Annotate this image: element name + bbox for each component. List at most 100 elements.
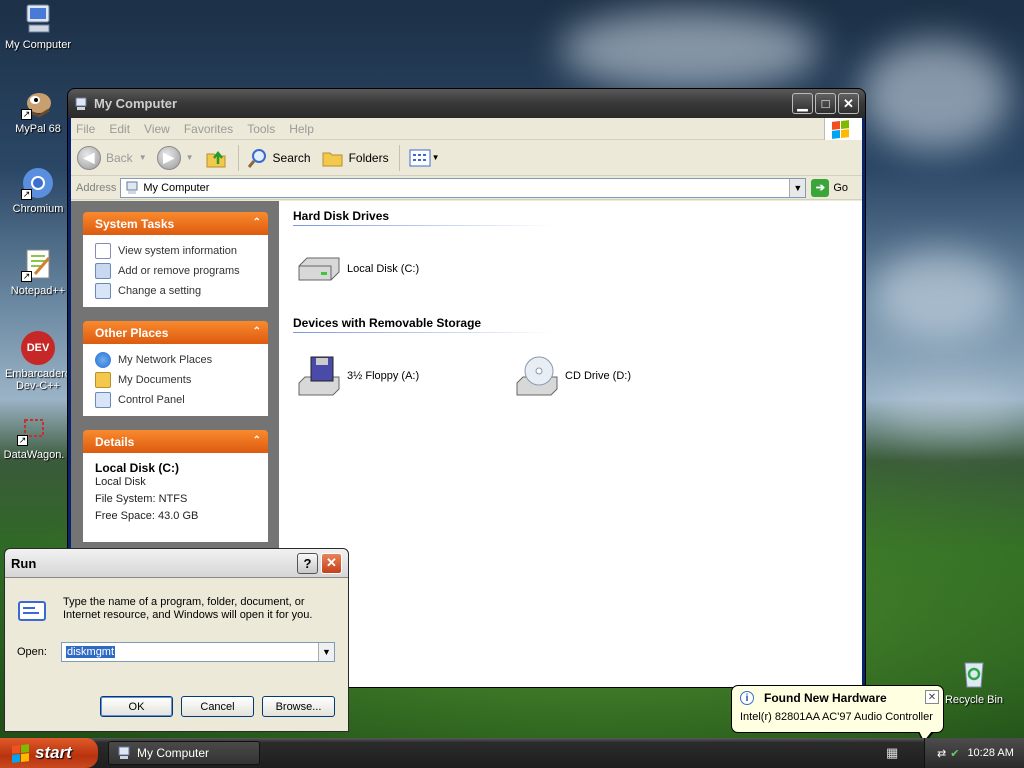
search-button[interactable]: Search: [247, 147, 311, 169]
system-info-icon: [95, 243, 111, 259]
close-button[interactable]: ✕: [838, 93, 859, 114]
go-button[interactable]: ➔ Go: [811, 178, 848, 197]
run-dialog: Run ? ✕ Type the name of a program, fold…: [4, 548, 349, 732]
desktop-icon-label: DataWagon.: [3, 449, 65, 461]
collapse-chevron-icon[interactable]: ⌃: [253, 435, 261, 446]
drive-local-disk-c[interactable]: Local Disk (C:): [295, 248, 513, 290]
window-title: My Computer: [94, 96, 178, 111]
run-icon: [18, 601, 46, 621]
panel-title: Other Places: [95, 325, 169, 340]
back-button[interactable]: ◀ Back ▼: [77, 145, 147, 170]
close-button[interactable]: ✕: [321, 552, 342, 574]
clock[interactable]: 10:28 AM: [967, 747, 1013, 759]
desktop-icon-recycle-bin[interactable]: Recycle Bin: [936, 657, 1012, 706]
desktop-icon-label: Embarcadero: [4, 368, 72, 380]
taskbar-button-my-computer[interactable]: My Computer: [108, 741, 260, 765]
floppy-drive-icon: [298, 356, 340, 396]
desktop-icon-notepadpp[interactable]: ↗ Notepad++: [0, 248, 76, 297]
details-header[interactable]: Details ⌃: [83, 430, 268, 453]
system-tasks-header[interactable]: System Tasks ⌃: [83, 212, 268, 235]
place-my-documents[interactable]: My Documents: [95, 370, 268, 390]
minimize-button[interactable]: ▁: [792, 93, 813, 114]
place-my-network-places[interactable]: My Network Places: [95, 350, 268, 370]
details-panel: Details ⌃ Local Disk (C:) Local Disk Fil…: [83, 430, 268, 542]
task-label: Add or remove programs: [118, 265, 240, 277]
group-removable-storage: Devices with Removable Storage: [293, 316, 553, 333]
cancel-button[interactable]: Cancel: [181, 696, 254, 717]
chevron-down-icon[interactable]: ▼: [317, 643, 334, 661]
add-remove-icon: [95, 263, 111, 279]
desktop-icon-my-computer[interactable]: My Computer: [0, 2, 76, 51]
browse-button[interactable]: Browse...: [262, 696, 335, 717]
desktop-icon-label-line2: Dev-C++: [15, 380, 61, 392]
details-type: Local Disk: [95, 476, 146, 488]
address-dropdown-icon[interactable]: ▼: [789, 178, 806, 197]
menu-file[interactable]: File: [76, 122, 95, 136]
menu-help[interactable]: Help: [289, 122, 314, 136]
folders-icon: [322, 152, 343, 166]
system-tasks-panel: System Tasks ⌃ View system information A…: [83, 212, 268, 307]
other-places-panel: Other Places ⌃ My Network Places My Docu…: [83, 321, 268, 416]
ok-button[interactable]: OK: [100, 696, 173, 717]
details-filesystem: File System: NTFS: [95, 493, 188, 505]
panel-title: System Tasks: [95, 216, 175, 231]
menu-bar: File Edit View Favorites Tools Help: [71, 118, 862, 140]
computer-icon: [75, 97, 87, 110]
menu-tools[interactable]: Tools: [247, 122, 275, 136]
desktop-icon-mypal[interactable]: ↗ MyPal 68: [0, 86, 76, 135]
address-value: My Computer: [143, 181, 210, 194]
system-tray: ⇄ ✔ 10:28 AM: [924, 738, 1024, 768]
back-label: Back: [106, 150, 133, 165]
desktop-icon-devcpp[interactable]: DEV Embarcadero Dev-C++: [0, 331, 76, 392]
details-name: Local Disk (C:): [95, 461, 180, 475]
menu-favorites[interactable]: Favorites: [184, 122, 233, 136]
maximize-button[interactable]: □: [815, 93, 836, 114]
run-title: Run: [11, 555, 37, 571]
address-bar: Address My Computer ▼ ➔ Go: [71, 176, 862, 200]
open-input-value: diskmgmt: [65, 646, 116, 658]
devcpp-icon-text: DEV: [26, 342, 50, 354]
views-button[interactable]: ▼: [408, 147, 440, 169]
close-icon[interactable]: ✕: [925, 690, 939, 704]
collapse-chevron-icon[interactable]: ⌃: [253, 217, 261, 228]
recycle-bin-icon: [957, 657, 991, 691]
folder-icon: [95, 372, 111, 388]
collapse-chevron-icon[interactable]: ⌃: [253, 326, 261, 337]
drive-floppy-a[interactable]: 3½ Floppy (A:): [295, 355, 513, 397]
help-button[interactable]: ?: [297, 552, 318, 574]
task-label: Change a setting: [118, 285, 202, 297]
start-button[interactable]: start: [0, 738, 98, 768]
open-input[interactable]: diskmgmt ▼: [60, 642, 335, 662]
drive-label: Local Disk (C:): [347, 263, 420, 275]
task-view-system-information[interactable]: View system information: [95, 241, 268, 261]
control-panel-icon: [95, 283, 111, 299]
desktop-icon-datawagon[interactable]: ↗ DataWagon.: [0, 412, 72, 461]
desktop-icon-chromium[interactable]: ↗ Chromium: [0, 166, 76, 215]
run-titlebar[interactable]: Run ? ✕: [5, 549, 348, 578]
address-input[interactable]: My Computer ▼: [120, 177, 807, 198]
found-hardware-balloon[interactable]: i Found New Hardware ✕ Intel(r) 82801AA …: [731, 685, 944, 733]
folders-button[interactable]: Folders: [321, 147, 389, 169]
taskbar: start My Computer ▦ ⇄ ✔ 10:28 AM: [0, 738, 1024, 768]
menu-view[interactable]: View: [144, 122, 170, 136]
network-tray-icon[interactable]: ⇄: [937, 747, 946, 760]
forward-button[interactable]: ▶ ▼: [156, 145, 194, 170]
place-control-panel[interactable]: Control Panel: [95, 390, 268, 410]
task-change-setting[interactable]: Change a setting: [95, 281, 268, 301]
computer-icon: [118, 746, 130, 759]
task-add-remove-programs[interactable]: Add or remove programs: [95, 261, 268, 281]
balloon-message: Intel(r) 82801AA AC'97 Audio Controller: [740, 711, 933, 723]
drive-label: 3½ Floppy (A:): [347, 370, 420, 382]
back-arrow-icon: ◀: [77, 145, 101, 170]
explorer-titlebar[interactable]: My Computer ▁ □ ✕: [68, 89, 865, 118]
desktop-icon-label: Recycle Bin: [944, 694, 1004, 706]
desktop-icon-label: Notepad++: [10, 285, 66, 297]
other-places-header[interactable]: Other Places ⌃: [83, 321, 268, 344]
drive-cd-d[interactable]: CD Drive (D:): [513, 355, 731, 397]
hardware-tray-icon[interactable]: ✔: [950, 747, 959, 760]
toolbar: ◀ Back ▼ ▶ ▼ Search Folders ▼: [71, 140, 862, 176]
up-folder-button[interactable]: [204, 146, 228, 170]
network-icon: [95, 352, 111, 368]
keyboard-icon[interactable]: ▦: [886, 745, 902, 761]
menu-edit[interactable]: Edit: [109, 122, 130, 136]
